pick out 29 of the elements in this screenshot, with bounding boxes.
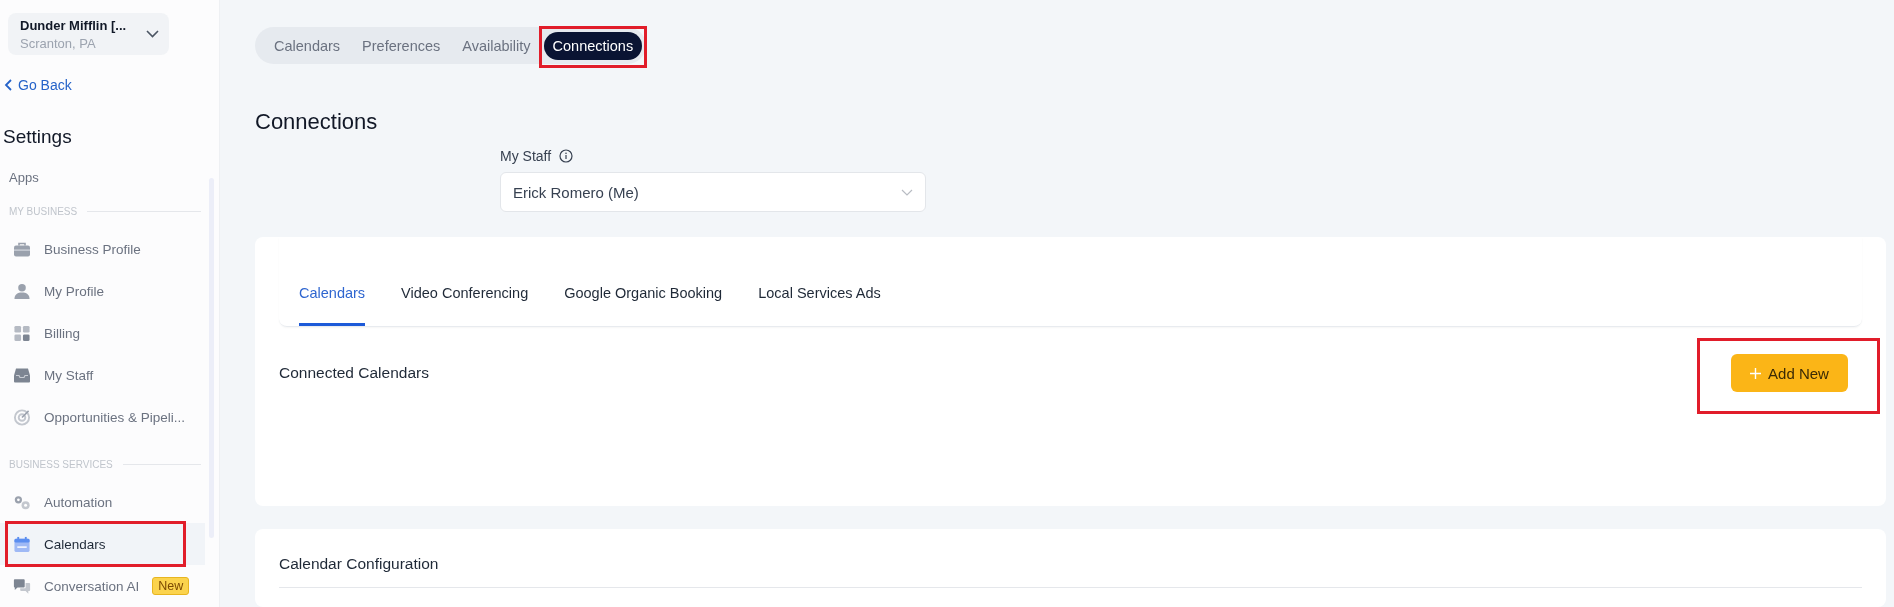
sidebar-item[interactable]: Billing [0, 312, 205, 354]
section-heading: Connected Calendars [279, 364, 429, 383]
sidebar-item[interactable]: My Profile [0, 270, 205, 312]
go-back-link[interactable]: Go Back [4, 77, 72, 93]
tab[interactable]: Calendars [265, 31, 350, 60]
tab[interactable]: Preferences [353, 31, 450, 60]
tab[interactable]: Google Organic Booking [564, 285, 723, 327]
sidebar-title: Settings [3, 126, 73, 148]
tab[interactable]: Calendars [299, 285, 366, 327]
section-heading: BUSINESS SERVICES [9, 459, 113, 470]
tab[interactable]: Local Services Ads [758, 285, 881, 327]
sidebar-item[interactable]: My Staff [0, 354, 205, 396]
page-title: Connections [255, 109, 379, 136]
sidebar-item[interactable]: Business Profile [0, 228, 205, 270]
tab[interactable]: Video Conferencing [401, 285, 529, 327]
staff-select[interactable]: Erick Romero (Me) [500, 172, 926, 213]
section-heading: Calendar Configuration [279, 554, 440, 573]
tab[interactable]: Connections [543, 31, 643, 60]
sidebar-item[interactable]: Opportunities & Pipeli... [0, 396, 205, 438]
sidebar-item[interactable]: Conversation AI New [0, 565, 205, 607]
location-switcher[interactable]: Dunder Mifflin [... Scranton, PA [8, 13, 169, 55]
add-new-button[interactable]: Add New [1731, 354, 1848, 393]
sidebar-item[interactable]: Automation [0, 481, 205, 523]
sidebar-item[interactable]: Apps [9, 170, 39, 185]
new-badge: New [152, 577, 190, 595]
field-label: My Staff [500, 148, 552, 165]
sidebar-item[interactable]: Calendars [0, 523, 205, 565]
tab[interactable]: Availability [453, 31, 540, 60]
section-heading: MY BUSINESS [9, 206, 78, 217]
